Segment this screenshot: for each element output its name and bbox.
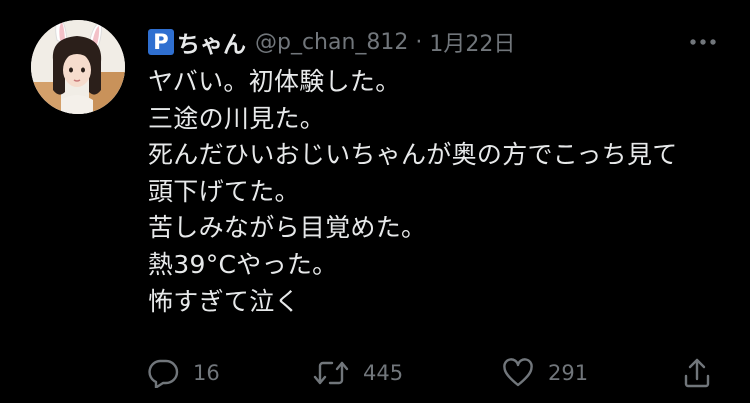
user-handle[interactable]: @p_chan_812 <box>255 30 408 55</box>
avatar[interactable] <box>31 20 125 114</box>
tweet-line: 苦しみながら目覚めた。 <box>148 213 427 243</box>
display-name[interactable]: ちゃん <box>177 25 246 59</box>
reply-button[interactable]: 16 <box>147 355 220 391</box>
tweet-text: ヤバい。初体験した。 三途の川見た。 死んだひいおじいちゃんが奥の方でこっち見て… <box>148 64 728 320</box>
more-icon[interactable] <box>688 30 718 54</box>
tweet-line: ヤバい。初体験した。 <box>148 67 401 96</box>
separator-dot: · <box>415 29 423 55</box>
tweet-line: 怖すぎて泣く <box>148 286 300 316</box>
retweet-button[interactable]: 445 <box>313 355 403 391</box>
reply-icon <box>148 359 179 388</box>
heart-icon <box>503 358 533 387</box>
like-button[interactable]: 291 <box>502 355 588 391</box>
tweet-line: 死んだひいおじいちゃんが奥の方でこっち見て <box>148 140 678 170</box>
tweet[interactable]: P ちゃん @p_chan_812 · 1月22日 ヤバい。初体験した。 三途の… <box>0 0 750 403</box>
tweet-line: 三途の川見た。 <box>148 103 326 133</box>
tweet-date[interactable]: 1月22日 <box>429 26 515 58</box>
reply-count: 16 <box>193 361 220 385</box>
tweet-line: 頭下げてた。 <box>148 176 300 206</box>
tweet-header: P ちゃん @p_chan_812 · 1月22日 <box>148 25 515 59</box>
share-button[interactable] <box>682 355 712 391</box>
p-badge-icon: P <box>148 29 174 55</box>
retweet-count: 445 <box>363 361 404 385</box>
retweet-icon <box>313 361 349 385</box>
action-bar: 16 445 291 <box>0 355 750 391</box>
share-icon <box>684 358 710 388</box>
like-count: 291 <box>548 361 589 385</box>
avatar-image <box>31 20 125 114</box>
tweet-line: 熱39°Cやった。 <box>148 249 338 279</box>
